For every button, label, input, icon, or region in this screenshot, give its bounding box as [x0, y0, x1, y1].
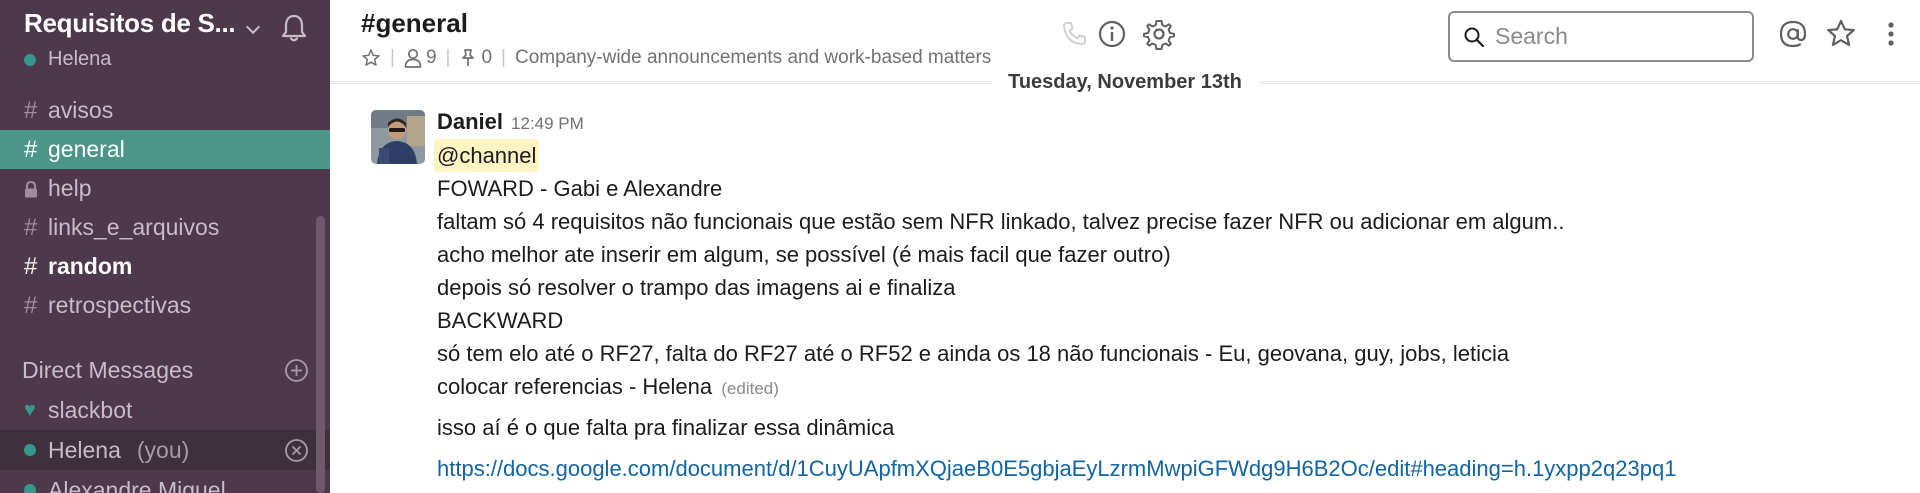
pin-count[interactable]: 0: [481, 47, 492, 69]
heart-icon: ♥: [24, 398, 36, 421]
channel-label: help: [48, 175, 92, 201]
star-icon[interactable]: [1823, 16, 1859, 52]
divider-line: [1260, 83, 1920, 84]
message-text: colocar referencias - Helena: [437, 374, 713, 399]
avatar[interactable]: [371, 110, 425, 164]
star-icon[interactable]: [361, 48, 381, 68]
divider-line: [330, 83, 990, 84]
separator: |: [501, 47, 506, 68]
followup-message: isso aí é o que falta pra finalizar essa…: [437, 415, 895, 440]
message-timestamp[interactable]: 12:49 PM: [511, 114, 584, 134]
direct-messages-label: Direct Messages: [22, 356, 194, 383]
search-icon: [1464, 27, 1485, 47]
info-icon[interactable]: [1094, 16, 1130, 52]
sidebar-scrollbar[interactable]: [316, 216, 325, 493]
dm-label: Alexandre Miguel: [48, 476, 226, 493]
sidebar-item-general[interactable]: # general: [0, 130, 330, 169]
direct-messages-header[interactable]: Direct Messages: [0, 350, 330, 390]
message-line: acho melhor ate inserir em algum, se pos…: [437, 242, 1171, 267]
phone-icon[interactable]: [1056, 16, 1092, 52]
message-line: FOWARD - Gabi e Alexandre: [437, 176, 723, 201]
current-user[interactable]: Helena: [24, 48, 111, 71]
pin-icon[interactable]: [459, 48, 477, 68]
gear-icon[interactable]: [1141, 16, 1177, 52]
dm-item-alexandre-miguel[interactable]: Alexandre Miguel: [0, 470, 330, 493]
sidebar-item-avisos[interactable]: # avisos: [0, 91, 330, 130]
presence-dot-icon: [24, 444, 36, 456]
dm-label: slackbot: [48, 396, 133, 423]
message-line: @channel: [434, 139, 1907, 172]
date-divider: Tuesday, November 13th: [330, 71, 1920, 94]
separator: |: [445, 47, 451, 68]
channel-description[interactable]: Company-wide announcements and work-base…: [515, 47, 991, 69]
channel-label: avisos: [48, 97, 114, 123]
mention-icon[interactable]: [1775, 16, 1811, 52]
channel-label: retrospectivas: [48, 292, 192, 318]
presence-dot-icon: [24, 53, 36, 66]
message-header: Daniel 12:49 PM: [437, 109, 1907, 139]
search-input[interactable]: [1495, 23, 1735, 50]
channel-label: general: [48, 136, 125, 162]
message-line: BACKWARD: [437, 308, 564, 333]
channel-meta: | 9 | 0 | Company-wide announcements and…: [361, 45, 991, 71]
message-line: https://docs.google.com/document/d/1CuyU…: [437, 452, 1907, 485]
sidebar-item-links-e-arquivos[interactable]: # links_e_arquivos: [0, 208, 330, 247]
add-dm-icon[interactable]: [284, 358, 309, 383]
presence-dot-icon: [24, 484, 36, 493]
close-icon[interactable]: [284, 438, 309, 463]
dm-item-slackbot[interactable]: ♥ slackbot: [0, 390, 330, 430]
message-line: depois só resolver o trampo das imagens …: [437, 275, 956, 300]
message-line: só tem elo até o RF27, falta do RF27 até…: [437, 341, 1510, 366]
member-count[interactable]: 9: [426, 47, 437, 69]
channel-label: random: [48, 253, 133, 279]
message: Daniel 12:49 PM @channel FOWARD - Gabi e…: [434, 109, 1907, 485]
message-line: colocar referencias - Helena (edited): [437, 370, 1907, 403]
workspace-header[interactable]: Requisitos de S... Helena: [24, 8, 314, 78]
lock-icon: [24, 179, 48, 199]
message-line: faltam só 4 requisitos não funcionais qu…: [437, 209, 1565, 234]
sidebar-item-random[interactable]: # random: [0, 247, 330, 286]
bell-icon[interactable]: [276, 10, 312, 46]
search-box[interactable]: [1448, 11, 1754, 62]
channel-title[interactable]: #general: [361, 8, 468, 39]
sidebar-item-help[interactable]: help: [0, 169, 330, 208]
sidebar-item-retrospectivas[interactable]: # retrospectivas: [0, 286, 330, 325]
edited-label: (edited): [721, 379, 779, 398]
channel-label: links_e_arquivos: [48, 214, 220, 240]
current-user-name: Helena: [48, 48, 112, 70]
hash-icon: #: [24, 135, 38, 163]
dm-you-label: (you): [136, 436, 190, 463]
more-icon[interactable]: [1873, 16, 1909, 52]
channel-header: #general | 9 | 0 | Company-wide announce…: [330, 0, 1920, 82]
message-link[interactable]: https://docs.google.com/document/d/1CuyU…: [437, 456, 1676, 481]
channel-list: # avisos # general help # links_e_arquiv…: [0, 91, 330, 325]
sidebar: Requisitos de S... Helena # avisos # gen…: [0, 0, 330, 493]
chevron-down-icon[interactable]: [245, 19, 261, 35]
hash-icon: #: [24, 213, 38, 241]
separator: |: [390, 47, 395, 68]
hash-icon: #: [24, 291, 38, 319]
dm-item-helena[interactable]: Helena (you): [0, 430, 330, 470]
message-pane: Tuesday, November 13th Daniel 12:49 PM @…: [330, 71, 1920, 493]
workspace-name[interactable]: Requisitos de S...: [24, 8, 236, 39]
hash-icon: #: [24, 96, 38, 124]
dm-label: Helena: [48, 436, 121, 463]
message-author[interactable]: Daniel: [437, 109, 503, 135]
members-icon[interactable]: [404, 48, 422, 68]
direct-messages-section: Direct Messages ♥ slackbot Helena (you) …: [0, 350, 330, 493]
channel-mention[interactable]: @channel: [434, 139, 540, 172]
hash-icon: #: [24, 252, 38, 280]
date-label: Tuesday, November 13th: [990, 71, 1260, 94]
